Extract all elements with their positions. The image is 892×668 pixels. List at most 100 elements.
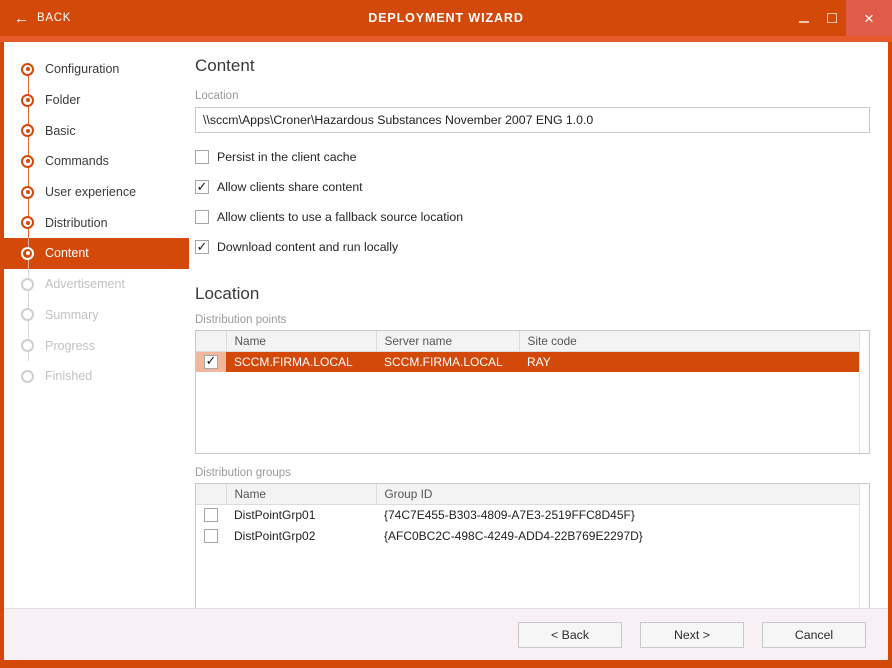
sidebar-item-label: Content xyxy=(45,246,89,260)
row-checkbox-cell[interactable]: ✓ xyxy=(196,525,226,546)
sidebar-item-label: Finished xyxy=(45,369,92,383)
checkbox-label: Persist in the client cache xyxy=(217,150,356,164)
checkbox-label: Allow clients share content xyxy=(217,180,363,194)
checkbox-box: ✓ xyxy=(195,150,209,164)
step-marker-icon xyxy=(21,63,34,76)
column-header-select[interactable] xyxy=(196,331,226,351)
column-header-name[interactable]: Name xyxy=(226,331,376,351)
deployment-wizard-window: ← BACK DEPLOYMENT WIZARD × Configuration xyxy=(0,0,892,668)
wizard-footer: < Back Next > Cancel xyxy=(4,608,888,660)
step-marker-icon xyxy=(21,94,34,107)
page-title: Content xyxy=(195,56,870,76)
sidebar-item-configuration[interactable]: Configuration xyxy=(4,54,189,85)
table-row[interactable]: ✓ DistPointGrp01 {74C7E455-B303-4809-A7E… xyxy=(196,504,869,525)
sidebar-item-label: Progress xyxy=(45,339,95,353)
step-marker-icon xyxy=(21,247,34,260)
table-header-row: Name Group ID xyxy=(196,484,869,504)
content-row: Configuration Folder Basic Commands xyxy=(4,42,888,608)
cell-name: DistPointGrp01 xyxy=(226,504,376,525)
cancel-button[interactable]: Cancel xyxy=(762,622,866,648)
table-row[interactable]: ✓ DistPointGrp02 {AFC0BC2C-498C-4249-ADD… xyxy=(196,525,869,546)
window-controls: × xyxy=(790,0,892,36)
sidebar-item-advertisement: Advertisement xyxy=(4,269,189,300)
row-checkbox-cell[interactable]: ✓ xyxy=(196,504,226,525)
cell-group-id: {74C7E455-B303-4809-A7E3-2519FFC8D45F} xyxy=(376,504,869,525)
sidebar-item-label: Commands xyxy=(45,154,109,168)
sidebar-item-commands[interactable]: Commands xyxy=(4,146,189,177)
minimize-icon xyxy=(799,21,809,23)
sidebar-item-user-experience[interactable]: User experience xyxy=(4,177,189,208)
checkbox-label: Allow clients to use a fallback source l… xyxy=(217,210,463,224)
sidebar-item-finished: Finished xyxy=(4,361,189,392)
sidebar-item-label: Advertisement xyxy=(45,277,125,291)
sidebar-item-summary: Summary xyxy=(4,300,189,331)
column-header-site-code[interactable]: Site code xyxy=(519,331,869,351)
distribution-groups-scrollbar[interactable] xyxy=(859,484,869,608)
sidebar-item-label: Folder xyxy=(45,93,80,107)
distribution-groups-label: Distribution groups xyxy=(195,467,870,479)
table-header-row: Name Server name Site code xyxy=(196,331,869,351)
distribution-groups-table: Name Group ID ✓ DistPointGrp01 {74C7E455… xyxy=(195,483,870,608)
back-button-label: BACK xyxy=(37,12,71,24)
checkbox-persist-client-cache[interactable]: ✓ Persist in the client cache xyxy=(195,142,870,172)
close-icon: × xyxy=(864,10,874,27)
sidebar-item-label: Basic xyxy=(45,124,76,138)
sidebar-item-label: Summary xyxy=(45,308,98,322)
step-marker-icon xyxy=(21,186,34,199)
window-edge-bottom xyxy=(0,660,892,668)
minimize-button[interactable] xyxy=(790,0,818,36)
maximize-button[interactable] xyxy=(818,0,846,36)
column-header-server-name[interactable]: Server name xyxy=(376,331,519,351)
window-edge-right xyxy=(888,42,892,660)
sidebar-item-distribution[interactable]: Distribution xyxy=(4,207,189,238)
close-button[interactable]: × xyxy=(846,0,892,36)
row-checkbox: ✓ xyxy=(204,508,218,522)
cell-name: DistPointGrp02 xyxy=(226,525,376,546)
row-checkbox: ✓ xyxy=(204,529,218,543)
checkbox-label: Download content and run locally xyxy=(217,240,398,254)
column-header-select[interactable] xyxy=(196,484,226,504)
sidebar-item-folder[interactable]: Folder xyxy=(4,85,189,116)
checkbox-box: ✓ xyxy=(195,210,209,224)
table-row[interactable]: ✓ SCCM.FIRMA.LOCAL SCCM.FIRMA.LOCAL RAY xyxy=(196,351,869,372)
step-marker-icon xyxy=(21,278,34,291)
arrow-left-icon: ← xyxy=(14,11,29,26)
distribution-points-scrollbar[interactable] xyxy=(859,331,869,453)
column-header-name[interactable]: Name xyxy=(226,484,376,504)
cell-name: SCCM.FIRMA.LOCAL xyxy=(226,351,376,372)
sidebar-item-label: Configuration xyxy=(45,62,119,76)
location-input[interactable] xyxy=(195,107,870,133)
cell-group-id: {AFC0BC2C-498C-4249-ADD4-22B769E2297D} xyxy=(376,525,869,546)
location-section-title: Location xyxy=(195,284,870,304)
back-nav-button[interactable]: < Back xyxy=(518,622,622,648)
window-title: DEPLOYMENT WIZARD xyxy=(0,0,892,36)
title-bar: ← BACK DEPLOYMENT WIZARD × xyxy=(0,0,892,36)
sidebar-item-label: User experience xyxy=(45,185,136,199)
row-checkbox: ✓ xyxy=(204,355,218,369)
row-checkbox-cell[interactable]: ✓ xyxy=(196,351,226,372)
location-field-label: Location xyxy=(195,90,870,102)
checkbox-allow-clients-share-content[interactable]: ✓ Allow clients share content xyxy=(195,172,870,202)
step-marker-icon xyxy=(21,216,34,229)
checkbox-download-content-run-locally[interactable]: ✓ Download content and run locally xyxy=(195,232,870,262)
distribution-points-table: Name Server name Site code ✓ SCCM.FIRMA.… xyxy=(195,330,870,454)
back-button[interactable]: ← BACK xyxy=(0,0,85,36)
main-panel: Content Location ✓ Persist in the client… xyxy=(189,42,888,608)
step-marker-icon xyxy=(21,339,34,352)
checkbox-box: ✓ xyxy=(195,240,209,254)
sidebar-item-content[interactable]: Content xyxy=(4,238,189,269)
window-body: Configuration Folder Basic Commands xyxy=(4,42,888,660)
wizard-steps-sidebar: Configuration Folder Basic Commands xyxy=(4,42,189,608)
next-button[interactable]: Next > xyxy=(640,622,744,648)
step-marker-icon xyxy=(21,370,34,383)
checkbox-allow-fallback-source-location[interactable]: ✓ Allow clients to use a fallback source… xyxy=(195,202,870,232)
checkbox-box: ✓ xyxy=(195,180,209,194)
sidebar-item-basic[interactable]: Basic xyxy=(4,115,189,146)
distribution-points-label: Distribution points xyxy=(195,314,870,326)
step-marker-icon xyxy=(21,155,34,168)
step-marker-icon xyxy=(21,308,34,321)
cell-site-code: RAY xyxy=(519,351,869,372)
column-header-group-id[interactable]: Group ID xyxy=(376,484,869,504)
step-marker-icon xyxy=(21,124,34,137)
sidebar-item-progress: Progress xyxy=(4,330,189,361)
